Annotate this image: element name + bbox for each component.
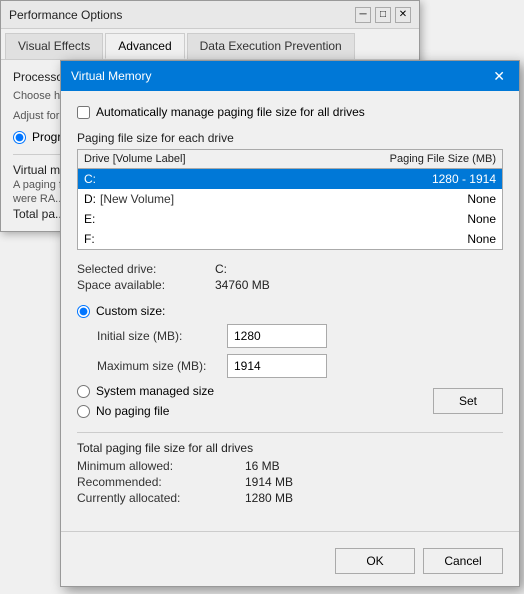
vm-dialog: Virtual Memory ✕ Automatically manage pa… xyxy=(60,60,520,587)
currently-allocated-label: Currently allocated: xyxy=(77,491,237,505)
set-button[interactable]: Set xyxy=(433,388,503,414)
system-managed-radio-row[interactable]: System managed size xyxy=(77,384,214,398)
drive-row-d[interactable]: D: [New Volume] None xyxy=(78,189,502,209)
close-btn[interactable]: ✕ xyxy=(395,7,411,23)
currently-allocated-value: 1280 MB xyxy=(245,491,503,505)
no-paging-label: No paging file xyxy=(96,404,169,418)
vm-close-btn[interactable]: ✕ xyxy=(489,69,509,83)
drive-c-paging: 1280 - 1914 xyxy=(346,172,496,186)
perf-titlebar-controls: ─ □ ✕ xyxy=(355,7,411,23)
vm-body: Automatically manage paging file size fo… xyxy=(61,91,519,531)
drive-f-letter: F: xyxy=(84,232,95,246)
drive-c-letter: C: xyxy=(84,172,96,186)
tab-advanced[interactable]: Advanced xyxy=(105,33,184,59)
minimum-value: 16 MB xyxy=(245,459,503,473)
system-managed-label: System managed size xyxy=(96,384,214,398)
system-managed-radio[interactable] xyxy=(77,385,90,398)
total-section-label: Total paging file size for all drives xyxy=(77,432,503,455)
drive-d-paging: None xyxy=(346,192,496,206)
size-section: Custom size: Initial size (MB): Maximum … xyxy=(77,304,503,424)
custom-size-radio[interactable] xyxy=(77,305,90,318)
footer-divider xyxy=(61,531,519,532)
perf-tabs: Visual Effects Advanced Data Execution P… xyxy=(1,29,419,60)
set-btn-row: Set xyxy=(433,388,503,414)
drive-table-header: Drive [Volume Label] Paging File Size (M… xyxy=(78,150,502,169)
selected-drive-value: C: xyxy=(215,262,503,276)
drive-row-f[interactable]: F: None xyxy=(78,229,502,249)
drive-row-e[interactable]: E: None xyxy=(78,209,502,229)
selected-drive-info: Selected drive: C: Space available: 3476… xyxy=(77,262,503,292)
max-size-label: Maximum size (MB): xyxy=(97,359,227,373)
no-paging-radio-row[interactable]: No paging file xyxy=(77,404,214,418)
total-grid: Minimum allowed: 16 MB Recommended: 1914… xyxy=(77,459,503,505)
max-size-input[interactable] xyxy=(227,354,327,378)
auto-manage-label: Automatically manage paging file size fo… xyxy=(96,105,365,119)
initial-size-label: Initial size (MB): xyxy=(97,329,227,343)
other-radios: System managed size No paging file xyxy=(77,384,214,424)
recommended-value: 1914 MB xyxy=(245,475,503,489)
recommended-label: Recommended: xyxy=(77,475,237,489)
drive-row-c[interactable]: C: 1280 - 1914 xyxy=(78,169,502,189)
selected-drive-label: Selected drive: xyxy=(77,262,207,276)
initial-size-input[interactable] xyxy=(227,324,327,348)
drive-e-paging: None xyxy=(346,212,496,226)
tab-visual-effects[interactable]: Visual Effects xyxy=(5,33,103,59)
maximize-btn[interactable]: □ xyxy=(375,7,391,23)
auto-manage-row[interactable]: Automatically manage paging file size fo… xyxy=(77,105,503,119)
perf-titlebar: Performance Options ─ □ ✕ xyxy=(1,1,419,29)
no-paging-radio[interactable] xyxy=(77,405,90,418)
ok-button[interactable]: OK xyxy=(335,548,415,574)
vm-titlebar: Virtual Memory ✕ xyxy=(61,61,519,91)
drive-table: Drive [Volume Label] Paging File Size (M… xyxy=(77,149,503,250)
col-paging-header: Paging File Size (MB) xyxy=(346,153,496,165)
drive-e-letter: E: xyxy=(84,212,95,226)
drive-d-letter: D: xyxy=(84,192,96,206)
max-size-row: Maximum size (MB): xyxy=(77,354,503,378)
vm-title: Virtual Memory xyxy=(71,69,151,83)
custom-size-radio-row[interactable]: Custom size: xyxy=(77,304,503,318)
dialog-footer: OK Cancel xyxy=(61,542,519,586)
space-available-label: Space available: xyxy=(77,278,207,292)
drive-d-label: [New Volume] xyxy=(100,192,174,206)
auto-manage-checkbox[interactable] xyxy=(77,106,90,119)
radio-programs-input[interactable] xyxy=(13,131,26,144)
col-drive-header: Drive [Volume Label] xyxy=(84,153,346,165)
tab-dep[interactable]: Data Execution Prevention xyxy=(187,33,355,59)
cancel-button[interactable]: Cancel xyxy=(423,548,503,574)
perf-title: Performance Options xyxy=(9,8,122,22)
minimize-btn[interactable]: ─ xyxy=(355,7,371,23)
drive-f-paging: None xyxy=(346,232,496,246)
paging-section-label: Paging file size for each drive xyxy=(77,131,503,145)
initial-size-row: Initial size (MB): xyxy=(77,324,503,348)
custom-size-label: Custom size: xyxy=(96,304,165,318)
minimum-label: Minimum allowed: xyxy=(77,459,237,473)
space-available-value: 34760 MB xyxy=(215,278,503,292)
